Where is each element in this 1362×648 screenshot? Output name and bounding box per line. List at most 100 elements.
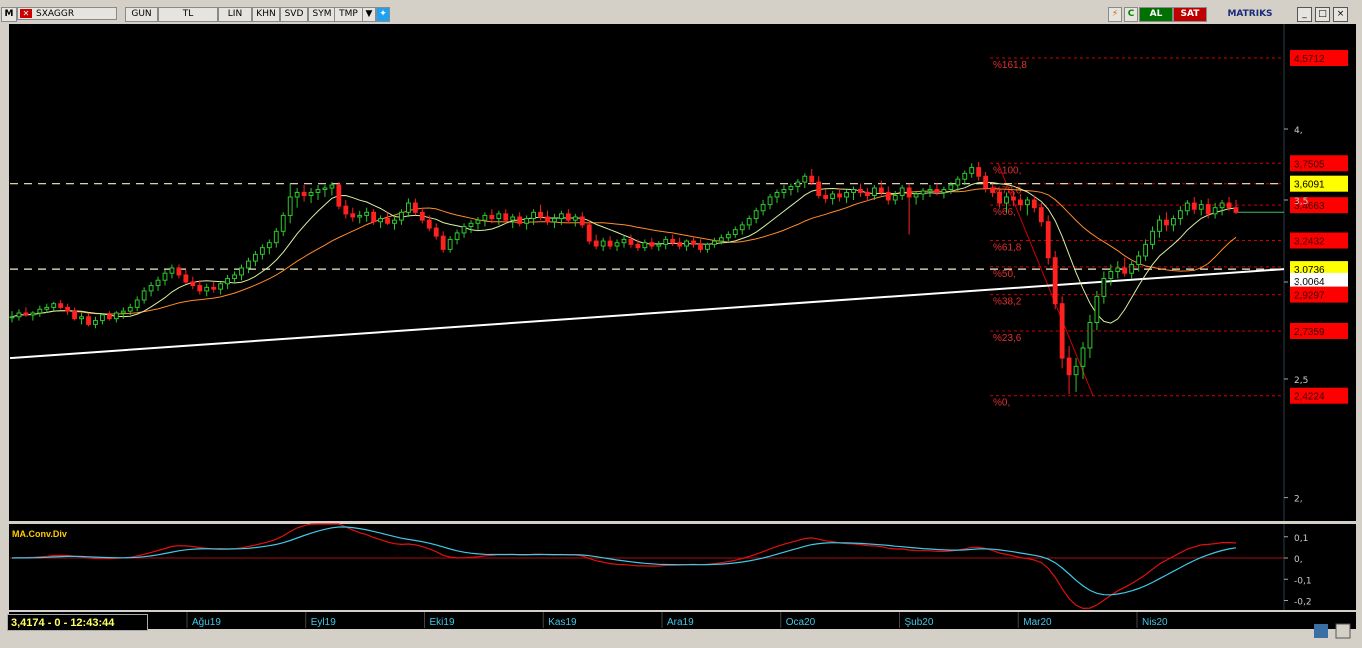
candle-body	[1226, 202, 1232, 209]
candle-body	[419, 211, 425, 221]
candle-body	[155, 279, 161, 287]
candle-body	[266, 242, 272, 249]
candle-body	[510, 216, 516, 221]
candle-body	[531, 211, 537, 220]
candle-body	[976, 167, 982, 177]
candle-body	[962, 172, 968, 180]
candle-body	[781, 188, 787, 193]
maximize-button[interactable]: □	[1315, 7, 1330, 22]
price-chart[interactable]: %161,8%100,%78,6%66,%61,8%50,%38,2%23,6%…	[0, 22, 1362, 648]
sell-button[interactable]: SAT	[1173, 7, 1207, 22]
symbol-box[interactable]: ✕ SXAGGR	[17, 7, 117, 20]
candle-body	[725, 234, 731, 239]
candle-body	[1205, 204, 1211, 215]
brand-logo: MATRIKS	[1208, 7, 1292, 22]
candle-body	[691, 240, 696, 245]
candle-body	[927, 188, 933, 192]
candle-body	[1129, 264, 1135, 274]
candle-body	[169, 267, 175, 274]
bottom-scroll-left-icon[interactable]	[1314, 624, 1328, 638]
menu-button[interactable]: M	[1, 7, 17, 22]
symbol-label: SXAGGR	[36, 9, 75, 19]
fib-level-label: %100,	[993, 165, 1021, 176]
candle-body	[1011, 196, 1016, 201]
tl-button[interactable]: TL	[158, 7, 218, 22]
candle-body	[621, 238, 627, 244]
price-tick-label: 3,5	[1294, 197, 1308, 207]
candle-body	[350, 213, 356, 218]
candle-body	[739, 224, 745, 231]
close-button[interactable]: ×	[1333, 7, 1348, 22]
candle-body	[1017, 199, 1023, 206]
price-flag-label: 3,2432	[1294, 237, 1325, 248]
candle-body	[823, 194, 829, 199]
candle-body	[858, 188, 863, 193]
khn-button[interactable]: KHN	[252, 7, 280, 22]
candle-body	[273, 230, 279, 244]
fib-level-label: %0,	[993, 398, 1010, 409]
period-gun-button[interactable]: GUN	[125, 7, 158, 22]
candle-body	[677, 242, 683, 247]
candle-body	[746, 218, 752, 226]
candle-body	[113, 312, 119, 320]
candle-body	[287, 196, 293, 216]
candle-body	[649, 242, 655, 247]
candle-body	[517, 216, 523, 224]
candle-body	[698, 243, 703, 250]
candle-body	[1087, 321, 1093, 349]
candle-body	[767, 196, 773, 206]
candle-body	[280, 214, 286, 232]
candle-body	[1052, 257, 1058, 305]
candle-body	[565, 213, 571, 221]
minimize-button[interactable]: _	[1297, 7, 1312, 22]
price-flag: 3,6091	[1290, 175, 1348, 192]
candle-body	[718, 237, 724, 242]
candle-body	[1108, 270, 1114, 279]
bottom-scroll-right-icon[interactable]	[1335, 623, 1351, 639]
price-flag: 2,4224	[1290, 387, 1348, 404]
candle-body	[23, 312, 29, 316]
tmp-button[interactable]: TMP	[334, 7, 363, 22]
candle-body	[837, 193, 843, 198]
candle-body	[1219, 202, 1225, 209]
candle-body	[990, 187, 996, 193]
candle-body	[1094, 295, 1100, 323]
lightning-icon[interactable]: ⚡	[1108, 7, 1122, 22]
lin-button[interactable]: LIN	[218, 7, 252, 22]
candle-body	[322, 187, 328, 190]
candle-body	[864, 191, 870, 196]
candle-body	[1150, 230, 1155, 245]
fib-level-label: %38,2	[993, 297, 1022, 308]
refresh-icon[interactable]: C	[1124, 7, 1138, 22]
candle-body	[552, 218, 557, 223]
candle-body	[1191, 202, 1197, 210]
svd-button[interactable]: SVD	[280, 7, 308, 22]
candle-body	[1115, 267, 1121, 272]
price-flag: 2,7359	[1290, 322, 1348, 339]
candle-body	[1066, 357, 1072, 376]
price-flag-label: 2,7359	[1294, 327, 1325, 338]
candle-body	[86, 316, 91, 325]
candle-body	[642, 242, 648, 249]
candle-body	[607, 240, 613, 247]
candle-body	[385, 218, 390, 224]
twitter-icon[interactable]: ✦	[376, 7, 390, 22]
indicator-panel	[9, 524, 1356, 610]
candle-body	[301, 191, 307, 196]
candle-body	[51, 303, 57, 308]
candle-body	[1164, 219, 1169, 226]
buy-button[interactable]: AL	[1139, 7, 1173, 22]
candle-body	[211, 286, 217, 290]
price-tick-label: 2,5	[1294, 376, 1308, 386]
candle-body	[1031, 199, 1037, 209]
candle-body	[628, 238, 634, 245]
sym-button[interactable]: SYM	[308, 7, 336, 22]
dropdown-arrow-icon[interactable]: ▼	[362, 7, 376, 22]
fib-level-label: %23,6	[993, 333, 1022, 344]
time-label: Ara19	[667, 617, 694, 628]
candle-body	[558, 213, 564, 220]
candle-body	[635, 243, 641, 249]
candle-body	[482, 214, 488, 221]
candle-body	[711, 240, 717, 245]
candle-body	[37, 308, 43, 314]
